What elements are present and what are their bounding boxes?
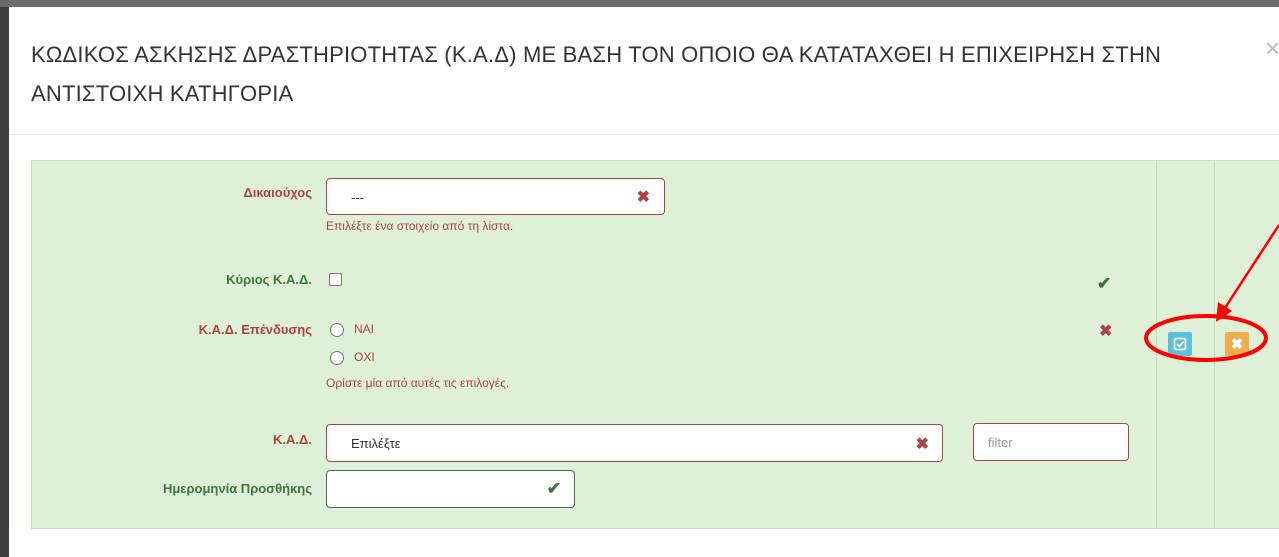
cancel-button[interactable]: ✖ — [1225, 332, 1249, 356]
valid-check-icon: ✔ — [546, 479, 561, 498]
investment-kad-radio-yes[interactable] — [330, 323, 344, 337]
modal-title: ΚΩΔΙΚΟΣ ΑΣΚΗΣΗΣ ΔΡΑΣΤΗΡΙΟΤΗΤΑΣ (Κ.Α.Δ) Μ… — [31, 42, 1162, 106]
investment-kad-option-no: ΟΧΙ — [354, 350, 375, 364]
column-divider — [1156, 161, 1157, 528]
investment-kad-error-text: Ορίστε μία από αυτές τις επιλογές. — [326, 376, 510, 390]
main-kad-label: Κύριος Κ.Α.Δ. — [226, 272, 312, 287]
times-icon: ✖ — [1230, 336, 1244, 353]
kad-value: Επιλέξτε — [351, 436, 401, 451]
error-x-icon: ✖ — [636, 189, 650, 206]
error-x-icon: ✖ — [1099, 323, 1113, 340]
kad-filter-input[interactable]: filter — [973, 423, 1129, 461]
filter-placeholder: filter — [988, 435, 1013, 450]
beneficiary-select[interactable]: --- ✖ — [326, 178, 665, 215]
main-kad-checkbox[interactable] — [329, 273, 342, 286]
error-x-icon: ✖ — [915, 436, 929, 453]
date-added-label: Ημερομηνία Προσθήκης — [162, 481, 312, 496]
edit-button[interactable] — [1168, 332, 1192, 356]
beneficiary-value: --- — [351, 190, 364, 205]
check-square-icon — [1173, 337, 1187, 351]
background-window-edge — [0, 0, 9, 557]
close-icon[interactable]: × — [1265, 33, 1279, 63]
investment-kad-option-yes: ΝΑΙ — [354, 322, 375, 336]
beneficiary-label: Δικαιούχος — [243, 185, 312, 200]
kad-select[interactable]: Επιλέξτε ✖ — [326, 424, 943, 462]
form-row-panel: Δικαιούχος --- ✖ Επιλέξτε ένα στοιχείο α… — [31, 160, 1279, 529]
modal-header: ΚΩΔΙΚΟΣ ΑΣΚΗΣΗΣ ΔΡΑΣΤΗΡΙΟΤΗΤΑΣ (Κ.Α.Δ) Μ… — [9, 7, 1279, 135]
kad-label: Κ.Α.Δ. — [273, 432, 312, 447]
date-added-input[interactable]: ✔ — [326, 470, 575, 508]
modal-dialog: ΚΩΔΙΚΟΣ ΑΣΚΗΣΗΣ ΔΡΑΣΤΗΡΙΟΤΗΤΑΣ (Κ.Α.Δ) Μ… — [9, 7, 1279, 557]
background-window-top — [0, 0, 1279, 7]
investment-kad-radio-no[interactable] — [330, 351, 344, 365]
column-divider — [1214, 161, 1215, 528]
beneficiary-error-text: Επιλέξτε ένα στοιχείο από τη λίστα. — [326, 219, 514, 233]
valid-check-icon: ✔ — [1097, 274, 1112, 293]
investment-kad-label: Κ.Α.Δ. Επένδυσης — [198, 322, 312, 337]
